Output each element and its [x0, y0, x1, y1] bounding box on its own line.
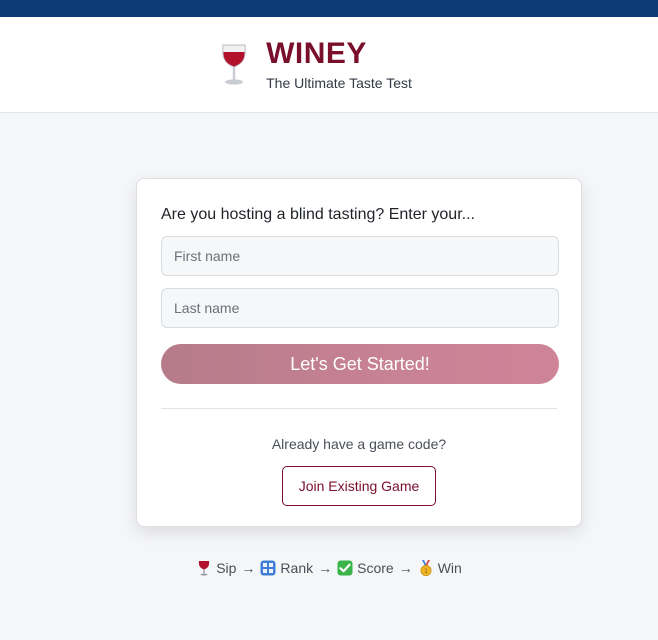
svg-text:1: 1	[424, 568, 428, 575]
brand: WINEY The Ultimate Taste Test	[216, 38, 412, 91]
divider	[161, 408, 557, 409]
step-label: Score	[357, 560, 394, 576]
first-name-input[interactable]	[161, 236, 559, 276]
numbers-icon	[260, 560, 276, 576]
last-name-input[interactable]	[161, 288, 559, 328]
start-button[interactable]: Let's Get Started!	[161, 344, 559, 384]
host-card: Are you hosting a blind tasting? Enter y…	[136, 178, 582, 527]
top-strip	[0, 0, 658, 17]
step-win: 1 Win	[418, 560, 462, 576]
step-rank: Rank	[260, 560, 313, 576]
wine-glass-icon	[196, 560, 212, 576]
step-label: Rank	[280, 560, 314, 576]
join-existing-game-button[interactable]: Join Existing Game	[282, 466, 436, 506]
arrow-icon: →	[241, 560, 256, 576]
arrow-icon: →	[398, 560, 413, 576]
step-sip: Sip	[196, 560, 236, 576]
medal-icon: 1	[418, 560, 434, 576]
app-subtitle: The Ultimate Taste Test	[266, 75, 412, 91]
game-code-prompt: Already have a game code?	[271, 436, 447, 452]
step-label: Win	[437, 560, 462, 576]
check-icon	[337, 560, 353, 576]
arrow-icon: →	[318, 560, 333, 576]
step-label: Sip	[216, 560, 237, 576]
host-prompt: Are you hosting a blind tasting? Enter y…	[161, 206, 475, 223]
app-header: WINEY The Ultimate Taste Test	[0, 17, 658, 113]
step-score: Score	[337, 560, 394, 576]
steps-row: Sip → Rank → Score → 1 Win	[0, 560, 658, 576]
app-title: WINEY	[266, 37, 367, 70]
wine-glass-icon	[216, 42, 252, 88]
